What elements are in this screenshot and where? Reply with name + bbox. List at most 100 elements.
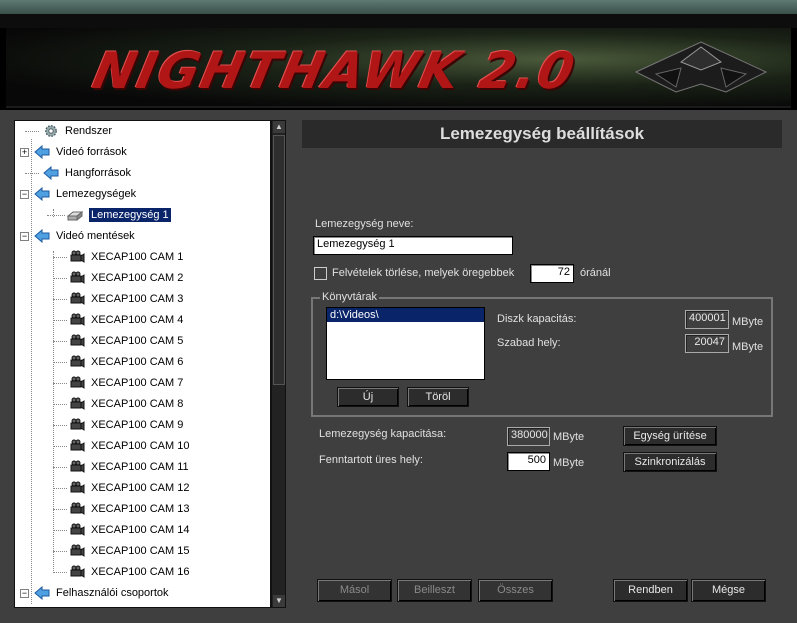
camera-icon [70,376,85,389]
unit-label: MByte [732,341,764,353]
banner-title: NIGHTHAWK 2.0 [87,42,582,100]
tree-item-label: XECAP100 CAM 16 [91,566,190,578]
scroll-down-arrow-icon[interactable]: ▼ [273,595,285,607]
arrow-left-icon [34,145,50,159]
tree-item-label: XECAP100 CAM 6 [91,356,184,368]
disk-capacity-label: Diszk kapacitás: [497,313,577,325]
tree-item-camera[interactable]: XECAP100 CAM 5 [53,331,183,351]
arrow-left-icon [34,187,50,201]
arrow-left-icon [34,229,50,243]
tree-item-label: XECAP100 CAM 14 [91,524,190,536]
free-space-value: 20047 [685,334,729,353]
tree-item-camera[interactable]: XECAP100 CAM 1 [53,247,183,267]
paste-button[interactable]: Beilleszt [397,579,472,602]
tree-item-video-sources[interactable]: + Videó források [20,142,127,162]
tree-item-label: XECAP100 CAM 5 [91,335,184,347]
scroll-thumb[interactable] [273,135,285,385]
tree-item-camera[interactable]: XECAP100 CAM 15 [53,541,189,561]
page-title: Lemezegység beállítások [302,120,782,148]
directory-list[interactable]: d:\Videos\ [326,307,485,380]
navigation-tree[interactable]: Rendszer + Videó források Hangforrások −… [14,120,271,608]
reserved-space-input[interactable]: 500 [507,452,550,471]
collapse-toggle[interactable]: − [20,588,29,598]
camera-icon [70,418,85,431]
drive-capacity-label: Lemezegység kapacitása: [319,428,447,440]
reserved-space-label: Fenntartott üres hely: [319,454,423,466]
tree-item-label: Lemezegység 1 [88,207,172,223]
camera-icon [70,439,85,452]
camera-icon [70,334,85,347]
cancel-button[interactable]: Mégse [691,579,766,602]
camera-icon [70,523,85,536]
tree-item-label: XECAP100 CAM 7 [91,377,184,389]
tree-item-camera[interactable]: XECAP100 CAM 2 [53,268,183,288]
tree-item-label: XECAP100 CAM 12 [91,482,190,494]
tree-item-camera[interactable]: XECAP100 CAM 4 [53,310,183,330]
scroll-up-arrow-icon[interactable]: ▲ [273,121,285,133]
tree-item-camera[interactable]: XECAP100 CAM 14 [53,520,189,540]
expand-toggle[interactable]: + [20,147,29,157]
tree-item-drives[interactable]: − Lemezegységek [20,184,136,204]
tree-item-label: XECAP100 CAM 9 [91,419,184,431]
tree-item-label: XECAP100 CAM 1 [91,251,184,263]
copy-button[interactable]: Másol [317,579,392,602]
drive-name-input[interactable]: Lemezegység 1 [313,236,513,255]
collapse-toggle[interactable]: − [20,231,29,241]
unit-label: MByte [553,457,585,469]
unit-label: MByte [553,431,585,443]
tree-item-camera[interactable]: XECAP100 CAM 11 [53,457,189,477]
stealth-jet-logo [634,41,768,93]
tree-item-camera[interactable]: XECAP100 CAM 10 [53,436,189,456]
tree-item-label: Felhasználói csoportok [56,587,169,599]
tree-item-drive-1[interactable]: Lemezegység 1 [47,205,172,225]
camera-icon [70,565,85,578]
tree-item-camera[interactable]: XECAP100 CAM 13 [53,499,189,519]
tree-item-camera[interactable]: XECAP100 CAM 8 [53,394,183,414]
select-all-button[interactable]: Összes [478,579,553,602]
delete-directory-button[interactable]: Töröl [407,387,469,407]
delete-old-label: Felvételek törlése, melyek öregebbek [332,267,515,279]
camera-icon [70,481,85,494]
delete-hours-input[interactable]: 72 [530,264,574,283]
ok-button[interactable]: Rendben [613,579,688,602]
sync-button[interactable]: Szinkronizálás [623,452,717,472]
tree-item-label: Videó mentések [56,230,135,242]
empty-drive-button[interactable]: Egység ürítése [623,426,717,446]
main-area: Rendszer + Videó források Hangforrások −… [0,110,797,623]
unit-label: MByte [732,316,764,328]
tree-item-audio-sources[interactable]: Hangforrások [25,163,131,183]
camera-icon [70,355,85,368]
directories-group-title: Könyvtárak [320,291,380,303]
disk-icon [67,210,83,222]
tree-item-camera[interactable]: XECAP100 CAM 12 [53,478,189,498]
tree-item-label: XECAP100 CAM 11 [91,461,189,473]
tree-item-camera[interactable]: XECAP100 CAM 9 [53,415,183,435]
collapse-toggle[interactable]: − [20,189,29,199]
tree-item-rendszer[interactable]: Rendszer [25,121,112,141]
delete-old-checkbox[interactable] [314,267,327,280]
tree-item-label: XECAP100 CAM 15 [91,545,190,557]
tree-item-video-recordings[interactable]: − Videó mentések [20,226,135,246]
tree-scrollbar[interactable]: ▲ ▼ [271,120,286,608]
new-directory-button[interactable]: Új [337,387,399,407]
tree-item-label: XECAP100 CAM 4 [91,314,184,326]
gear-icon [45,125,57,137]
tree-item-label: Lemezegységek [56,188,137,200]
tree-item-label: XECAP100 CAM 2 [91,272,184,284]
tree-connector [31,139,32,604]
tree-item-label: Rendszer [65,125,113,137]
free-space-label: Szabad hely: [497,337,561,349]
tree-item-camera[interactable]: XECAP100 CAM 3 [53,289,183,309]
tree-item-label: Hangforrások [65,167,132,179]
tree-item-camera[interactable]: XECAP100 CAM 7 [53,373,183,393]
tree-item-camera[interactable]: XECAP100 CAM 16 [53,562,189,582]
camera-icon [70,544,85,557]
camera-icon [70,271,85,284]
camera-icon [70,460,85,473]
tree-item-label: XECAP100 CAM 10 [91,440,190,452]
tree-item-label: Videó források [56,146,127,158]
list-item[interactable]: d:\Videos\ [327,308,484,322]
tree-item-user-groups[interactable]: − Felhasználói csoportok [20,583,169,603]
tree-item-camera[interactable]: XECAP100 CAM 6 [53,352,183,372]
camera-icon [70,250,85,263]
